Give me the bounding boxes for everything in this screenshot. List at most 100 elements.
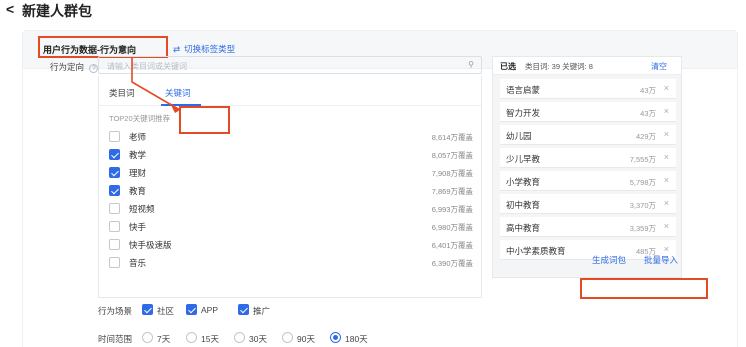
time-option-label: 180天: [345, 334, 368, 344]
time-option-label: 30天: [249, 334, 267, 344]
time-option-label: 7天: [157, 334, 171, 344]
selected-item-coverage: 7,555万: [629, 155, 656, 164]
selected-item-name: 中小学素质教育: [506, 246, 566, 256]
scene-row: 行为场景 社区 APP 推广: [98, 304, 270, 317]
generate-wordpack-button[interactable]: 生成词包: [592, 254, 626, 266]
highlight-box-tag-type: [38, 36, 168, 58]
keyword-coverage: 7,869万覆盖: [431, 187, 473, 196]
keyword-row[interactable]: 教学 8,057万覆盖: [109, 146, 473, 164]
scene-label: 行为场景: [98, 306, 133, 316]
time-radio[interactable]: [330, 332, 341, 343]
selected-header: 已选 类目词: 39 关键词: 8 清空: [493, 57, 681, 75]
keyword-checkbox[interactable]: [109, 185, 120, 196]
keyword-checkbox[interactable]: [109, 167, 120, 178]
remove-icon[interactable]: ×: [664, 198, 669, 208]
remove-icon[interactable]: ×: [664, 152, 669, 162]
remove-icon[interactable]: ×: [664, 175, 669, 185]
time-range-label: 时间范围: [98, 334, 133, 344]
keyword-checkbox[interactable]: [109, 257, 120, 268]
keyword-name: 老师: [129, 132, 147, 142]
batch-import-button[interactable]: 批量导入: [644, 254, 678, 266]
selected-item-name: 幼儿园: [506, 131, 532, 141]
targeting-label: 行为定向: [50, 62, 85, 72]
keyword-name: 理财: [129, 168, 147, 178]
keyword-name: 短视频: [129, 204, 155, 214]
time-radio[interactable]: [282, 332, 293, 343]
keyword-row[interactable]: 快手 6,980万覆盖: [109, 218, 473, 236]
keyword-name: 快手: [129, 222, 147, 232]
keyword-coverage: 6,993万覆盖: [431, 205, 473, 214]
selected-item: 初中教育 3,370万 ×: [500, 194, 676, 214]
keyword-name: 教学: [129, 150, 147, 160]
keyword-row[interactable]: 短视频 6,993万覆盖: [109, 200, 473, 218]
keyword-coverage: 7,908万覆盖: [431, 169, 473, 178]
keyword-checkbox[interactable]: [109, 239, 120, 250]
scene-option-label: 推广: [253, 306, 271, 316]
selected-item: 智力开发 43万 ×: [500, 102, 676, 122]
keyword-list: 老师 8,614万覆盖教学 8,057万覆盖理财 7,908万覆盖教育 7,869万覆盖…: [109, 128, 473, 272]
keyword-coverage: 6,390万覆盖: [431, 259, 473, 268]
selected-item-name: 智力开发: [506, 108, 541, 118]
selected-counts: 类目词: 39 关键词: 8: [525, 62, 593, 71]
highlight-box-actions: [580, 278, 708, 299]
selected-item-name: 少儿早教: [506, 154, 541, 164]
selected-item: 小学教育 5,798万 ×: [500, 171, 676, 191]
selected-title: 已选: [500, 62, 516, 71]
keyword-row[interactable]: 老师 8,614万覆盖: [109, 128, 473, 146]
time-range-row: 时间范围 7天 15天 30天 90天 180天: [98, 332, 368, 345]
selected-item-name: 高中教育: [506, 223, 541, 233]
selected-item-name: 初中教育: [506, 200, 541, 210]
remove-icon[interactable]: ×: [664, 106, 669, 116]
selected-item-coverage: 5,798万: [629, 178, 656, 187]
keyword-name: 教育: [129, 186, 147, 196]
back-button[interactable]: <: [6, 1, 14, 17]
swap-icon: ⇄: [173, 44, 181, 54]
search-placeholder: 请输入类目词或关键词: [107, 62, 187, 71]
tab-category[interactable]: 类目词: [109, 87, 135, 99]
selected-item-name: 小学教育: [506, 177, 541, 187]
tab-keyword[interactable]: 关键词: [165, 87, 191, 99]
keyword-name: 音乐: [129, 258, 147, 268]
keyword-checkbox[interactable]: [109, 149, 120, 160]
time-option-label: 90天: [297, 334, 315, 344]
remove-icon[interactable]: ×: [664, 83, 669, 93]
scene-checkbox[interactable]: [142, 304, 153, 315]
selected-actions: 生成词包 批量导入: [558, 249, 686, 269]
search-input[interactable]: 请输入类目词或关键词 ⚲: [98, 56, 482, 74]
remove-icon[interactable]: ×: [664, 129, 669, 139]
top20-label: TOP20关键词推荐: [109, 114, 171, 123]
switch-tag-type-link[interactable]: ⇄ 切换标签类型: [173, 43, 235, 55]
remove-icon[interactable]: ×: [664, 221, 669, 231]
highlight-box-keyword-tab: [179, 106, 230, 134]
keyword-checkbox[interactable]: [109, 203, 120, 214]
selected-panel: 已选 类目词: 39 关键词: 8 清空 语言启蒙 43万 × 智力开发 43万 × 幼儿园…: [492, 56, 682, 278]
keyword-name: 快手极速版: [129, 240, 172, 250]
keyword-row[interactable]: 理财 7,908万覆盖: [109, 164, 473, 182]
keyword-checkbox[interactable]: [109, 131, 120, 142]
selected-item-coverage: 3,359万: [629, 224, 656, 233]
selected-item: 少儿早教 7,555万 ×: [500, 148, 676, 168]
time-radio[interactable]: [186, 332, 197, 343]
switch-tag-type-label: 切换标签类型: [184, 44, 236, 54]
search-icon[interactable]: ⚲: [468, 60, 474, 69]
keyword-coverage: 6,401万覆盖: [431, 241, 473, 250]
selected-item: 高中教育 3,359万 ×: [500, 217, 676, 237]
clear-button[interactable]: 清空: [651, 61, 667, 72]
scene-checkbox[interactable]: [238, 304, 249, 315]
selected-item-name: 语言启蒙: [506, 85, 541, 95]
page-title: 新建人群包: [22, 3, 92, 19]
scene-checkbox[interactable]: [186, 304, 197, 315]
selected-item-coverage: 43万: [640, 109, 656, 118]
keyword-coverage: 6,980万覆盖: [431, 223, 473, 232]
time-radio[interactable]: [142, 332, 153, 343]
scene-option-label: 社区: [157, 306, 175, 316]
keyword-row[interactable]: 教育 7,869万覆盖: [109, 182, 473, 200]
keyword-checkbox[interactable]: [109, 221, 120, 232]
time-radio[interactable]: [234, 332, 245, 343]
keyword-coverage: 8,057万覆盖: [431, 151, 473, 160]
tab-bar: 类目词 关键词: [99, 76, 481, 106]
targeting-label-row: 行为定向 ?: [50, 61, 99, 73]
keyword-row[interactable]: 音乐 6,390万覆盖: [109, 254, 473, 272]
keyword-coverage: 8,614万覆盖: [431, 133, 473, 142]
keyword-row[interactable]: 快手极速版 6,401万覆盖: [109, 236, 473, 254]
